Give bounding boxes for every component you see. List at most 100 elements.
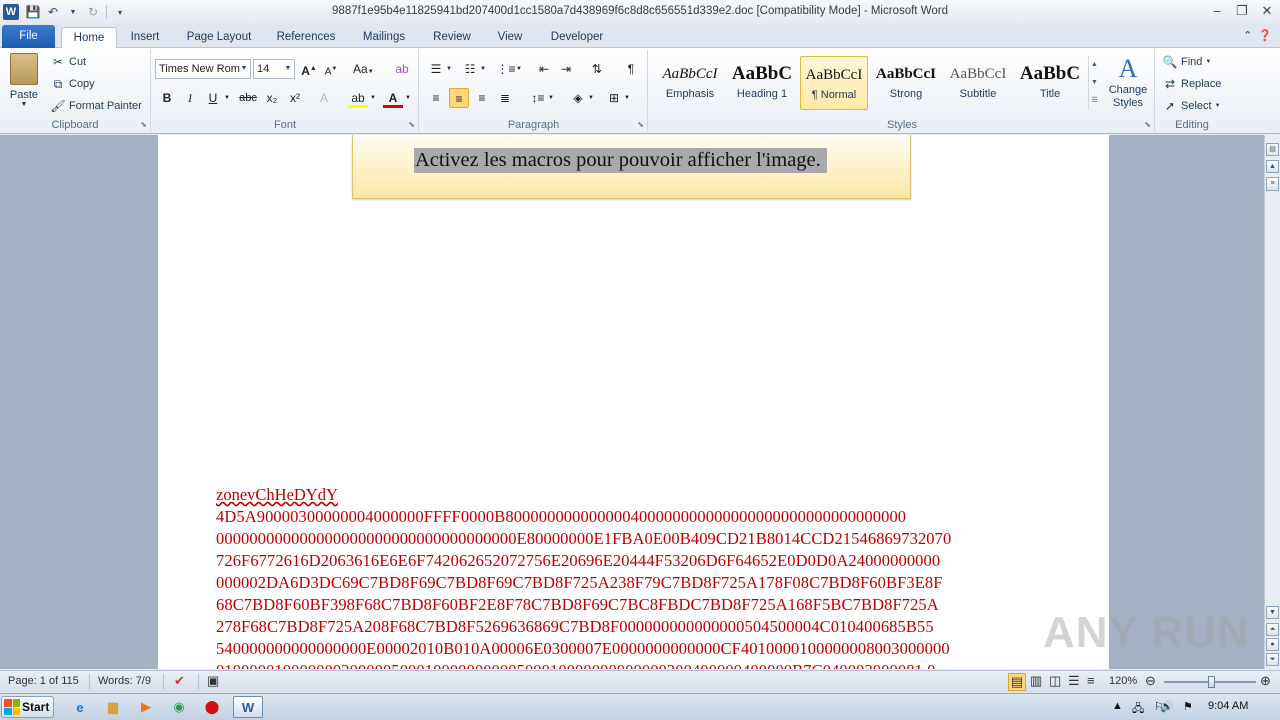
network-icon[interactable]: 🖧 bbox=[1132, 700, 1144, 719]
print-layout-icon[interactable]: ▤ bbox=[1008, 673, 1026, 691]
document-page[interactable]: Activez les macros pour pouvoir afficher… bbox=[158, 135, 1109, 669]
zoom-in-icon[interactable]: ⊕ bbox=[1260, 673, 1271, 689]
multilevel-dropdown-icon[interactable]: ▼ bbox=[514, 59, 524, 79]
undo-dropdown-icon[interactable]: ▼ bbox=[64, 3, 82, 21]
highlight-color-icon[interactable]: ab bbox=[348, 88, 368, 108]
full-screen-reading-icon[interactable]: ▥ bbox=[1030, 673, 1042, 689]
word-app-icon[interactable]: W bbox=[3, 4, 19, 20]
multilevel-list-icon[interactable]: ⋮≡ bbox=[496, 59, 516, 79]
numbering-dropdown-icon[interactable]: ▼ bbox=[478, 59, 488, 79]
highlight-dropdown-icon[interactable]: ▼ bbox=[368, 88, 378, 108]
bullets-icon[interactable]: ☰ bbox=[426, 59, 446, 79]
volume-icon[interactable]: 🔊 bbox=[1160, 700, 1174, 713]
media-player-icon[interactable]: ▶ bbox=[133, 696, 159, 718]
font-name-combo[interactable]: Times New Rom ▼ bbox=[155, 59, 251, 79]
sort-icon[interactable]: ⇅ bbox=[587, 59, 607, 79]
gallery-down-icon[interactable]: ▼ bbox=[1089, 74, 1100, 92]
zoom-out-icon[interactable]: ⊖ bbox=[1145, 673, 1156, 689]
style-subtitle[interactable]: AaBbCcI Subtitle bbox=[944, 56, 1012, 110]
superscript-button[interactable]: x² bbox=[285, 88, 305, 108]
font-color-dropdown-icon[interactable]: ▼ bbox=[403, 88, 413, 108]
zoom-level[interactable]: 120% bbox=[1109, 675, 1137, 687]
line-spacing-dropdown-icon[interactable]: ▼ bbox=[546, 88, 556, 108]
proofing-icon[interactable]: ✔ bbox=[174, 673, 185, 689]
tab-mailings[interactable]: Mailings bbox=[354, 27, 414, 48]
tab-home[interactable]: Home bbox=[61, 27, 117, 49]
cut-button[interactable]: ✂ Cut bbox=[50, 54, 86, 70]
justify-icon[interactable]: ≣ bbox=[495, 88, 515, 108]
zoom-slider[interactable] bbox=[1164, 676, 1256, 688]
style-strong[interactable]: AaBbCcI Strong bbox=[872, 56, 940, 110]
tab-view[interactable]: View bbox=[490, 27, 530, 48]
tab-references[interactable]: References bbox=[270, 27, 342, 48]
close-button[interactable]: ✕ bbox=[1255, 2, 1279, 20]
clear-formatting-icon[interactable]: ab bbox=[392, 59, 412, 79]
font-color-icon[interactable]: A bbox=[383, 88, 403, 108]
minimize-ribbon-icon[interactable]: ⌃ bbox=[1243, 29, 1252, 42]
internet-explorer-icon[interactable]: e bbox=[67, 696, 93, 718]
styles-launcher-icon[interactable]: ⬊ bbox=[1144, 120, 1151, 129]
tray-expand-icon[interactable]: ▲ bbox=[1112, 700, 1123, 712]
text-effects-icon[interactable]: A bbox=[314, 88, 334, 108]
help-icon[interactable]: ❓ bbox=[1258, 29, 1272, 42]
bold-button[interactable]: B bbox=[157, 88, 177, 108]
replace-button[interactable]: ⇄ Replace bbox=[1162, 76, 1221, 92]
borders-icon[interactable]: ⊞ bbox=[604, 88, 624, 108]
strikethrough-button[interactable]: abc bbox=[236, 88, 260, 108]
ruler-toggle-icon[interactable]: ▤ bbox=[1266, 143, 1279, 156]
outline-icon[interactable]: ☰ bbox=[1068, 673, 1080, 689]
clipboard-launcher-icon[interactable]: ⬊ bbox=[140, 120, 147, 129]
word-count[interactable]: Words: 7/9 bbox=[98, 675, 151, 687]
grow-font-icon[interactable]: A▲ bbox=[299, 59, 319, 79]
bullets-dropdown-icon[interactable]: ▼ bbox=[444, 59, 454, 79]
format-painter-button[interactable]: 🖌 Format Painter bbox=[50, 98, 141, 114]
line-spacing-icon[interactable]: ↕≡ bbox=[528, 88, 548, 108]
font-name-dropdown-icon[interactable]: ▼ bbox=[238, 60, 250, 78]
shading-icon[interactable]: ◈ bbox=[568, 88, 588, 108]
paragraph-launcher-icon[interactable]: ⬊ bbox=[637, 120, 644, 129]
file-explorer-icon[interactable]: ▆ bbox=[100, 696, 126, 718]
numbering-icon[interactable]: ☷ bbox=[460, 59, 480, 79]
paste-button[interactable]: Paste ▼ bbox=[6, 53, 42, 115]
underline-dropdown-icon[interactable]: ▼ bbox=[222, 88, 232, 108]
word-taskbar-icon[interactable]: W bbox=[233, 696, 263, 718]
change-case-icon[interactable]: Aa▼ bbox=[353, 59, 374, 79]
style-heading-1[interactable]: AaBbC Heading 1 bbox=[728, 56, 796, 110]
vertical-scrollbar[interactable]: ▤ ▲ ≡ ▼ ⏶ ● ⏷ bbox=[1264, 135, 1280, 669]
scroll-down-icon[interactable]: ▼ bbox=[1266, 606, 1279, 619]
shading-dropdown-icon[interactable]: ▼ bbox=[586, 88, 596, 108]
restore-button[interactable]: ❐ bbox=[1230, 2, 1254, 20]
flag-icon[interactable]: ⚑ bbox=[1183, 700, 1193, 713]
find-button[interactable]: 🔍 Find ▼ bbox=[1162, 54, 1212, 70]
previous-page-icon[interactable]: ⏶ bbox=[1266, 623, 1279, 636]
change-styles-button[interactable]: A Change Styles bbox=[1105, 54, 1151, 110]
select-button[interactable]: ➚ Select ▼ bbox=[1162, 98, 1221, 114]
blocked-app-icon[interactable]: ⬤ bbox=[199, 696, 225, 718]
clock[interactable]: 9:04 AM bbox=[1208, 700, 1248, 712]
gallery-up-icon[interactable]: ▲ bbox=[1089, 56, 1100, 74]
align-center-icon[interactable]: ≡ bbox=[449, 88, 469, 108]
tab-file[interactable]: File bbox=[2, 25, 55, 48]
decrease-indent-icon[interactable]: ⇤ bbox=[534, 59, 554, 79]
page-count[interactable]: Page: 1 of 115 bbox=[8, 675, 79, 687]
scroll-thumb[interactable]: ≡ bbox=[1266, 177, 1279, 191]
browse-object-icon[interactable]: ● bbox=[1266, 638, 1279, 651]
style-normal[interactable]: AaBbCcI ¶ Normal bbox=[800, 56, 868, 110]
subscript-button[interactable]: x₂ bbox=[262, 88, 282, 108]
font-size-combo[interactable]: 14 ▼ bbox=[253, 59, 295, 79]
copy-button[interactable]: ⧉ Copy bbox=[50, 76, 95, 92]
tab-page-layout[interactable]: Page Layout bbox=[180, 27, 258, 48]
minimize-button[interactable]: – bbox=[1205, 2, 1229, 20]
tab-review[interactable]: Review bbox=[426, 27, 478, 48]
align-right-icon[interactable]: ≡ bbox=[472, 88, 492, 108]
tab-developer[interactable]: Developer bbox=[542, 27, 612, 48]
style-title[interactable]: AaBbC Title bbox=[1016, 56, 1084, 110]
document-body-text[interactable]: zonevChHeDYdY 4D5A90000300000004000000FF… bbox=[216, 484, 1056, 669]
next-page-icon[interactable]: ⏷ bbox=[1266, 653, 1279, 666]
shrink-font-icon[interactable]: A▼ bbox=[321, 59, 341, 79]
gallery-more-icon[interactable]: ☰ bbox=[1089, 92, 1100, 110]
borders-dropdown-icon[interactable]: ▼ bbox=[622, 88, 632, 108]
increase-indent-icon[interactable]: ⇥ bbox=[556, 59, 576, 79]
customize-qat-icon[interactable]: ▾ bbox=[111, 3, 129, 21]
font-size-dropdown-icon[interactable]: ▼ bbox=[282, 60, 294, 78]
